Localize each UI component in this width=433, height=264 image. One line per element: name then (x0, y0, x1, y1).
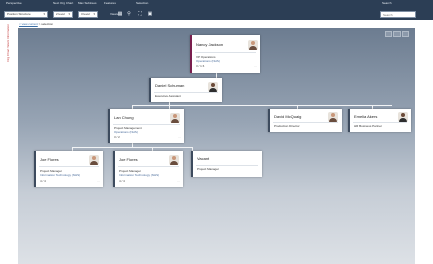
report-count: 4 / 4 (40, 179, 46, 183)
max-subtrees-label: Max Subtrees (78, 1, 97, 5)
chevron-down-icon: ▾ (68, 12, 70, 16)
filter-icon[interactable]: ⚲ (126, 11, 132, 17)
avatar (208, 82, 218, 92)
org-card-joe-flores[interactable]: Joe Flores Project Manager Information T… (113, 151, 183, 187)
next-org-chart-select[interactable]: 2 level ▾ (53, 11, 73, 18)
card-accent-bar (34, 151, 36, 187)
breadcrumb-current: > selection (38, 22, 54, 26)
avatar (169, 155, 179, 165)
more-icon[interactable]: ··· (177, 179, 180, 183)
employee-department[interactable]: Operations (NHS) (196, 59, 220, 63)
perspective-select[interactable]: Position Structure ▾ (4, 11, 48, 18)
max-subtrees-select[interactable]: 3 level ▾ (78, 11, 98, 18)
report-count: 4 / 4 (119, 179, 125, 183)
avatar (89, 155, 99, 165)
employee-department[interactable]: Operations (NHS) (114, 130, 138, 134)
zoom-out-icon[interactable] (385, 31, 393, 37)
avatar (328, 112, 338, 122)
perspective-label: Perspective (6, 1, 22, 5)
divider (39, 166, 99, 167)
card-accent-bar (113, 151, 115, 187)
more-icon[interactable]: ··· (178, 135, 181, 139)
employee-name: Daniel Schuman (155, 83, 185, 88)
employee-name: Vacant (197, 156, 210, 161)
side-tab-label: Org Chart Talent Information (6, 24, 10, 62)
card-accent-bar (191, 151, 193, 177)
avatar (398, 112, 408, 122)
card-accent-bar (190, 35, 192, 73)
connector-line (132, 105, 392, 106)
employee-name: Lan Chung (114, 115, 134, 120)
zoom-in-icon[interactable] (393, 31, 401, 37)
selection-label: Selection (136, 1, 149, 5)
employee-department[interactable]: Information Technology (NHS) (119, 173, 159, 177)
employee-title: Executive Assistant (155, 94, 181, 98)
org-card-joe-flores[interactable]: Joe Flores Project Manager Information T… (34, 151, 103, 187)
employee-name: Nancy Jackson (196, 42, 224, 47)
employee-title: Project Manager (197, 167, 220, 171)
search-input[interactable] (380, 11, 416, 18)
avatar (170, 113, 180, 123)
divider (195, 52, 256, 53)
employee-department[interactable]: Information Technology (NHS) (40, 173, 80, 177)
card-accent-bar (348, 109, 350, 132)
employee-title: HR Business Partner (354, 124, 383, 128)
org-card-daniel-schuman[interactable]: Daniel Schuman Executive Assistant (149, 78, 222, 102)
org-card-emelia-akers[interactable]: Emelia Akers HR Business Partner (348, 109, 411, 132)
employee-name: Joe Flores (119, 157, 138, 162)
perspective-value: Position Structure (7, 12, 31, 16)
card-accent-bar (268, 109, 270, 132)
features-label: Features (104, 1, 116, 5)
canvas-toolbar (385, 31, 409, 37)
divider (118, 166, 179, 167)
lock-icon[interactable]: ▣ (147, 11, 153, 17)
max-subtrees-value: 3 level (81, 12, 90, 16)
avatar (248, 40, 258, 50)
expand-icon[interactable]: ⛶ (137, 11, 143, 17)
breadcrumb-back-link[interactable]: < view current (19, 22, 38, 26)
breadcrumb: < view current > selection (19, 22, 53, 26)
org-chart-app: Perspective Position Structure ▾ Next Or… (0, 0, 433, 264)
org-card-david-mcquaig[interactable]: David McQuaig Production Director (268, 109, 342, 132)
next-org-chart-value: 2 level (56, 12, 65, 16)
employee-title: Production Director (274, 124, 300, 128)
employee-name: David McQuaig (274, 114, 302, 119)
top-toolbar: Perspective Position Structure ▾ Next Or… (0, 0, 433, 20)
divider (353, 122, 407, 123)
divider (273, 122, 338, 123)
divider (154, 92, 218, 93)
more-icon[interactable]: ··· (254, 64, 257, 68)
org-card-vacant[interactable]: Vacant Project Manager (191, 151, 262, 177)
card-accent-bar (149, 78, 151, 102)
chevron-down-icon: ▾ (93, 12, 95, 16)
divider (113, 124, 180, 125)
org-card-nancy-jackson[interactable]: Nancy Jackson VP Operations Operations (… (190, 35, 260, 73)
org-card-lan-chung[interactable]: Lan Chung Project Management Operations … (108, 109, 184, 143)
report-count: 3 / 2 (114, 135, 120, 139)
employee-name: Emelia Akers (354, 114, 378, 119)
more-icon[interactable]: ··· (97, 179, 100, 183)
fit-icon[interactable] (401, 31, 409, 37)
chevron-down-icon: ▾ (43, 12, 45, 16)
org-chart-canvas[interactable]: Nancy Jackson VP Operations Operations (… (18, 28, 415, 264)
divider (196, 165, 258, 166)
card-accent-bar (108, 109, 110, 143)
connector-line (72, 147, 192, 148)
views-icon[interactable]: ▦ (117, 11, 123, 17)
search-label: Search (382, 1, 392, 5)
report-count: 3 / 1 6 (196, 64, 205, 68)
side-tab[interactable]: Org Chart Talent Information (6, 24, 18, 78)
employee-name: Joe Flores (40, 157, 59, 162)
next-org-chart-label: Next Org Chart (53, 1, 74, 5)
